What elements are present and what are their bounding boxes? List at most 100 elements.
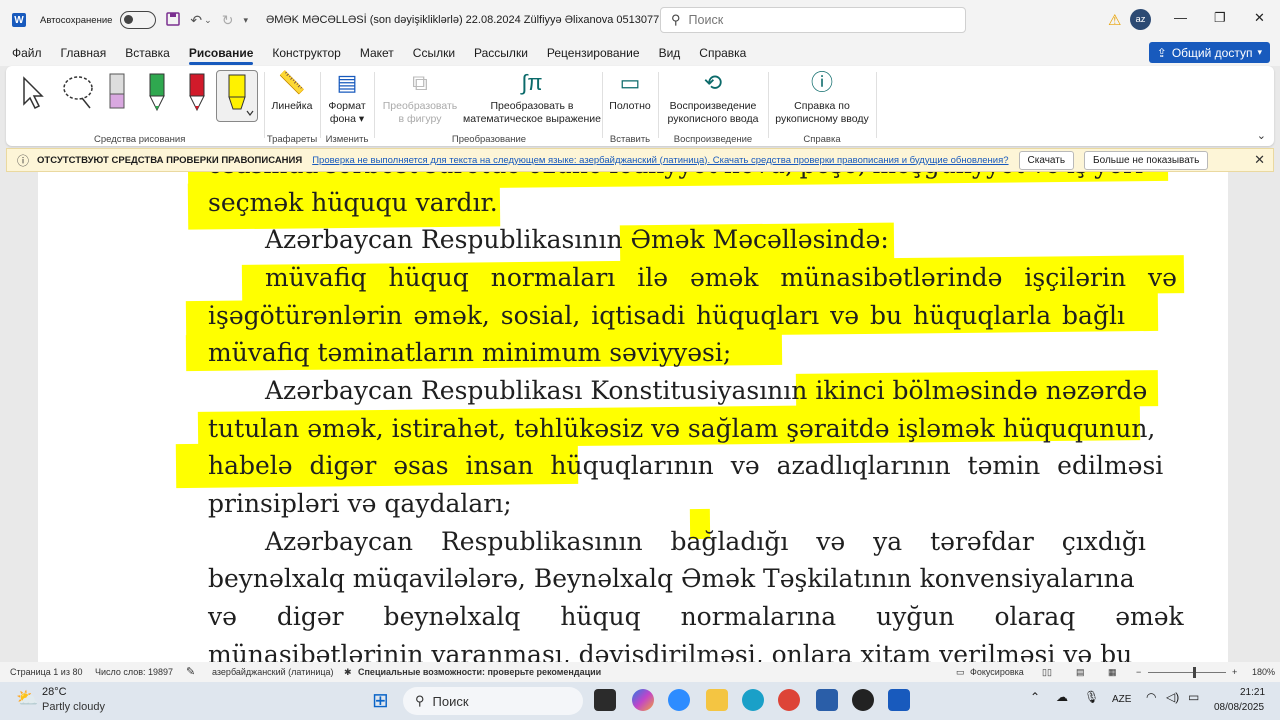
weather-description[interactable]: Partly cloudy: [42, 701, 105, 713]
chevron-up-icon[interactable]: ⌃: [1030, 690, 1040, 704]
document-line: münasibətlərinin yaranması, dəyişdirilmə…: [208, 640, 1133, 662]
redo-icon[interactable]: ↻: [222, 12, 234, 29]
tab-home[interactable]: Главная: [61, 46, 107, 60]
page-count[interactable]: Страница 1 из 80: [10, 667, 82, 677]
tab-help[interactable]: Справка: [699, 46, 746, 60]
tab-file[interactable]: Файл: [12, 46, 42, 60]
onedrive-icon[interactable]: ☁: [1056, 690, 1068, 704]
drawing-canvas-icon: ▭: [619, 70, 641, 95]
eraser-tool[interactable]: [102, 72, 138, 116]
save-icon[interactable]: [166, 11, 181, 29]
red-pen-tool[interactable]: [182, 72, 218, 116]
convert-to-shape-button[interactable]: ⧉ Преобразовать в фигуру: [380, 70, 460, 126]
clock-time[interactable]: 21:21: [1240, 687, 1265, 698]
proofing-notification-bar: ⓘ ОТСУТСТВУЮТ СРЕДСТВА ПРОВЕРКИ ПРАВОПИС…: [6, 148, 1274, 172]
start-icon[interactable]: ⊞: [372, 688, 389, 713]
print-layout-icon[interactable]: ▤: [1076, 667, 1085, 678]
web-layout-icon[interactable]: ▦: [1108, 667, 1117, 678]
word-taskbar-icon[interactable]: [888, 689, 910, 711]
word-count[interactable]: Число слов: 19897: [95, 667, 173, 677]
app-icon[interactable]: [852, 689, 874, 711]
edge-icon[interactable]: [742, 689, 764, 711]
canvas-button[interactable]: ▭ Полотно: [604, 70, 656, 113]
language-indicator[interactable]: азербайджанский (латиница): [212, 667, 334, 677]
ink-replay-button[interactable]: ⟲ Воспроизведение рукописного ввода: [660, 70, 766, 126]
ink-help-button[interactable]: ⓘ Справка по рукописному вводу: [770, 70, 874, 126]
volume-icon[interactable]: ◁): [1166, 690, 1179, 704]
clock-date[interactable]: 08/08/2025: [1214, 702, 1264, 713]
select-tool[interactable]: [18, 72, 54, 116]
focus-icon: ▭: [956, 667, 965, 677]
battery-icon[interactable]: ▭: [1188, 690, 1199, 704]
user-avatar[interactable]: az: [1130, 9, 1151, 30]
document-line: prinsipləri və qaydaları;: [208, 489, 512, 518]
store-icon[interactable]: [816, 689, 838, 711]
document-line: habelə digər əsas insan hüquqlarının və …: [208, 451, 1164, 480]
tab-design[interactable]: Конструктор: [272, 46, 340, 60]
close-icon[interactable]: ✕: [1254, 152, 1265, 168]
search-input[interactable]: [688, 13, 929, 27]
tab-draw[interactable]: Рисование: [188, 46, 253, 65]
weather-temperature[interactable]: 28°C: [42, 686, 67, 698]
tab-insert[interactable]: Вставка: [125, 46, 170, 60]
group-replay: ⟲ Воспроизведение рукописного ввода Восп…: [660, 66, 766, 146]
customize-toolbar-icon[interactable]: ▾: [243, 15, 248, 26]
proofing-icon[interactable]: ✎: [186, 665, 195, 678]
zoom-app-icon[interactable]: [668, 689, 690, 711]
group-label-replay: Воспроизведение: [673, 134, 753, 145]
lasso-select-tool[interactable]: [60, 72, 96, 116]
collapse-ribbon-icon[interactable]: ⌄: [1257, 129, 1266, 142]
group-label-help: Справка: [803, 134, 841, 145]
group-insert: ▭ Полотно Вставить: [604, 66, 656, 146]
wifi-icon[interactable]: ◠: [1146, 690, 1156, 704]
yellow-highlighter-tool[interactable]: [216, 70, 258, 122]
share-icon: ⇪: [1156, 45, 1167, 60]
tab-view[interactable]: Вид: [659, 46, 681, 60]
download-button[interactable]: Скачать: [1018, 150, 1075, 170]
autosave-toggle[interactable]: [120, 11, 157, 29]
info-icon: ⓘ: [17, 153, 30, 168]
undo-icon[interactable]: ↶: [190, 12, 202, 29]
file-explorer-icon[interactable]: [706, 689, 728, 711]
zoom-level[interactable]: 180%: [1252, 667, 1275, 677]
zoom-out-icon[interactable]: −: [1136, 667, 1141, 677]
green-pen-tool[interactable]: [142, 72, 178, 116]
ruler-button[interactable]: 📏 Линейка: [266, 70, 318, 113]
task-view-icon[interactable]: [594, 689, 616, 711]
ruler-label: Линейка: [271, 100, 313, 112]
tab-review[interactable]: Рецензирование: [547, 46, 640, 60]
document-page[interactable]: əsasında sərbəst surətdə özünə fəaliyyət növü…: [38, 172, 1228, 662]
tab-references[interactable]: Ссылки: [413, 46, 455, 60]
dont-show-again-button[interactable]: Больше не показывать: [1084, 150, 1209, 170]
ribbon-separator: [602, 72, 603, 138]
group-label-convert: Преобразование: [451, 134, 527, 145]
input-language[interactable]: AZE: [1112, 694, 1131, 705]
read-mode-icon[interactable]: ▯▯: [1042, 667, 1052, 678]
accessibility-status[interactable]: Специальные возможности: проверьте реком…: [358, 667, 601, 677]
warning-icon[interactable]: ⚠: [1108, 11, 1121, 29]
background-format-label-2: фона: [329, 113, 356, 125]
restore-icon[interactable]: ❐: [1214, 10, 1226, 26]
zoom-in-icon[interactable]: +: [1232, 667, 1237, 677]
chrome-icon[interactable]: [778, 689, 800, 711]
copilot-icon[interactable]: [632, 689, 654, 711]
zoom-slider-thumb[interactable]: [1193, 667, 1196, 678]
weather-icon[interactable]: ⛅: [16, 688, 38, 709]
undo-dropdown-icon[interactable]: ⌄: [204, 15, 212, 26]
zoom-slider[interactable]: [1148, 672, 1226, 673]
taskbar-search[interactable]: ⚲ Поиск: [403, 687, 583, 715]
convert-to-math-button[interactable]: ∫π Преобразовать в математическое выраже…: [462, 70, 602, 126]
minimize-icon[interactable]: —: [1174, 10, 1187, 25]
shapes-icon: ⧉: [412, 70, 428, 95]
background-format-button[interactable]: ▤ Формат фона ▾: [322, 70, 372, 126]
close-window-icon[interactable]: ✕: [1254, 10, 1265, 26]
share-button[interactable]: ⇪ Общий доступ ▾: [1148, 42, 1270, 63]
tab-mailings[interactable]: Рассылки: [474, 46, 528, 60]
document-line: Azərbaycan Respublikası Konstitusiyasını…: [265, 376, 1148, 405]
notification-message-link[interactable]: Проверка не выполняется для текста на сл…: [312, 155, 1008, 166]
microphone-icon[interactable]: 🎙: [1084, 690, 1099, 704]
group-change: ▤ Формат фона ▾ Изменить: [322, 66, 372, 146]
tab-layout[interactable]: Макет: [360, 46, 394, 60]
focus-mode-button[interactable]: Фокусировка: [970, 667, 1024, 677]
search-box[interactable]: ⚲: [660, 7, 966, 33]
